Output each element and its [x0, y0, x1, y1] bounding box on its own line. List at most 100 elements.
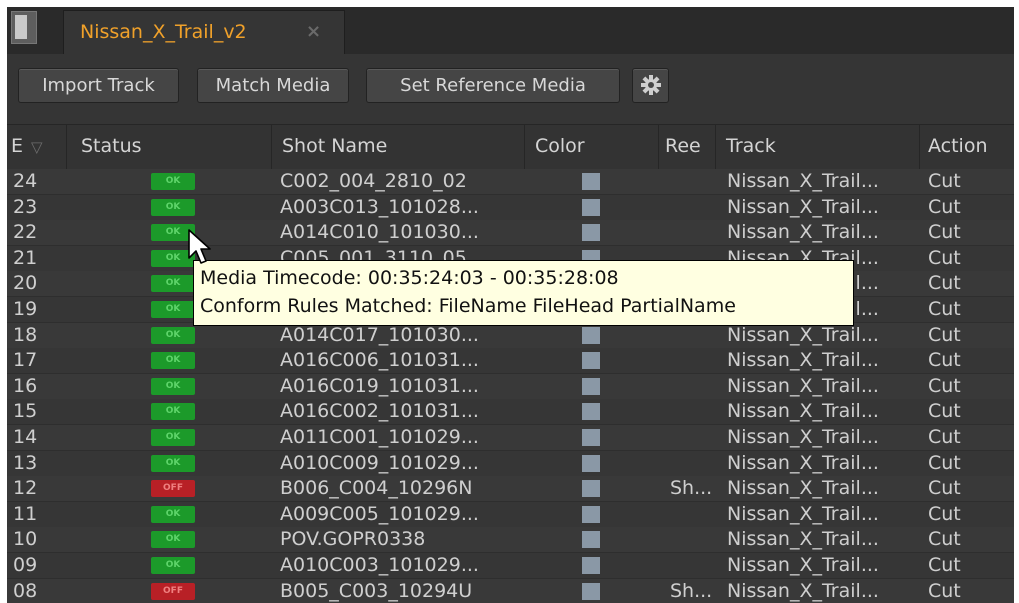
column-header-track[interactable]: Track — [716, 125, 920, 169]
status-badge-label[interactable]: OFF — [151, 480, 195, 498]
gear-icon[interactable] — [632, 68, 669, 103]
table-row[interactable]: 11 OK A009C005_101029... Nissan_X_Trail... C… — [7, 501, 1014, 528]
color-swatch — [582, 195, 600, 220]
tooltip-timecode: Media Timecode: 00:35:24:03 - 00:35:28:0… — [200, 267, 619, 289]
action-value: Cut — [928, 426, 961, 448]
table-row[interactable]: 12 OFF B006_C004_10296N Sh... Nissan_X_Trail… — [7, 476, 1014, 503]
action-value: Cut — [928, 477, 961, 500]
shot-name: A010C009_101029... — [280, 451, 479, 474]
status-badge[interactable]: OK — [151, 348, 195, 373]
status-badge-label[interactable]: OK — [151, 377, 195, 395]
reel-name: Sh... — [670, 579, 713, 602]
column-header-color[interactable]: Color — [525, 125, 659, 169]
status-badge[interactable]: OK — [151, 451, 195, 476]
set-reference-media-button[interactable]: Set Reference Media — [366, 68, 620, 103]
reel-name — [670, 425, 716, 450]
shot-name: A016C019_101031... — [280, 374, 479, 397]
table-row[interactable]: 22 OK A014C010_101030... Nissan_X_Trail... C… — [7, 220, 1014, 247]
tab-bar: Nissan_X_Trail_v2 × — [7, 7, 1014, 54]
status-badge[interactable]: OFF — [151, 476, 195, 501]
table-row[interactable]: 24 OK C002_004_2810_02 Nissan_X_Trail... Cut — [7, 169, 1014, 195]
sort-descending-icon[interactable]: ▽ — [31, 138, 43, 156]
color-swatch — [582, 348, 600, 373]
reel-name — [670, 374, 716, 399]
status-badge-label[interactable]: OK — [151, 352, 195, 370]
status-badge[interactable]: OK — [151, 297, 195, 322]
timeline-panel: Nissan_X_Trail_v2 × Import Track Match M… — [7, 7, 1014, 603]
track-name: Nissan_X_Trail... — [727, 323, 879, 346]
track-name: Nissan_X_Trail... — [727, 477, 879, 500]
status-badge[interactable]: OK — [151, 195, 195, 220]
table-row[interactable]: 15 OK A016C002_101031... Nissan_X_Trail... C… — [7, 399, 1014, 426]
table-row[interactable]: 18 OK A014C017_101030... Nissan_X_Trail... C… — [7, 322, 1014, 349]
column-header-reel[interactable]: Ree — [659, 125, 716, 169]
track-name: Nissan_X_Trail... — [727, 426, 879, 448]
event-number: 17 — [13, 349, 38, 372]
status-badge-label[interactable]: OK — [151, 301, 195, 318]
import-track-button[interactable]: Import Track — [18, 68, 179, 103]
table-header: E ▽ Status Shot Name Color Ree Track Acti… — [7, 124, 1014, 170]
column-header-status[interactable]: Status — [67, 125, 272, 169]
status-badge[interactable]: OK — [151, 553, 195, 578]
match-media-button[interactable]: Match Media — [197, 68, 349, 103]
close-icon[interactable]: × — [306, 21, 321, 42]
color-swatch — [582, 502, 600, 527]
table-row[interactable]: 13 OK A010C009_101029... Nissan_X_Trail... C… — [7, 450, 1014, 477]
tooltip-rules: Conform Rules Matched: FileName FileHead… — [200, 295, 736, 317]
event-number: 11 — [13, 502, 38, 525]
table-row[interactable]: 23 OK A003C013_101028... Nissan_X_Trail... C… — [7, 194, 1014, 221]
action-value: Cut — [928, 528, 961, 551]
table-row[interactable]: 16 OK A016C019_101031... Nissan_X_Trail... C… — [7, 373, 1014, 400]
status-badge[interactable]: OK — [151, 169, 195, 194]
color-swatch — [582, 476, 600, 501]
event-number: 13 — [13, 451, 38, 474]
table-row[interactable]: 17 OK A016C006_101031... Nissan_X_Trail... C… — [7, 348, 1014, 375]
tab-title[interactable]: Nissan_X_Trail_v2 — [80, 21, 247, 43]
table-row[interactable]: 09 OK A010C003_101029... Nissan_X_Trail... C… — [7, 553, 1014, 579]
status-badge-label[interactable]: OK — [151, 454, 195, 472]
status-badge-label[interactable]: OK — [151, 557, 195, 574]
column-header-event[interactable]: E ▽ — [7, 125, 67, 169]
event-number: 10 — [13, 528, 38, 551]
pane-menu-icon[interactable] — [11, 11, 37, 44]
color-swatch — [582, 169, 600, 194]
status-badge[interactable]: OK — [151, 323, 195, 348]
track-name: Nissan_X_Trail... — [727, 349, 879, 372]
column-header-action[interactable]: Action — [920, 125, 1014, 169]
status-badge[interactable]: OK — [151, 374, 195, 399]
event-number: 19 — [13, 298, 38, 320]
status-badge-label[interactable]: OFF — [151, 582, 195, 600]
status-badge[interactable]: OK — [151, 425, 195, 450]
status-badge-label[interactable]: OK — [151, 505, 195, 523]
color-swatch — [582, 220, 600, 245]
status-badge[interactable]: OK — [151, 399, 195, 424]
status-badge-label[interactable]: OK — [151, 198, 195, 216]
table-row[interactable]: 08 OFF B005_C003_10294U Sh... Nissan_X_Trail… — [7, 578, 1014, 603]
action-value: Cut — [928, 195, 961, 218]
column-header-shot-name[interactable]: Shot Name — [272, 125, 525, 169]
status-badge[interactable]: OK — [151, 502, 195, 527]
track-name: Nissan_X_Trail... — [727, 451, 879, 474]
color-swatch — [582, 579, 600, 603]
shot-name: A003C013_101028... — [280, 195, 479, 218]
reel-name — [670, 502, 716, 527]
status-badge-label[interactable]: OK — [151, 275, 195, 293]
reel-name — [670, 553, 716, 578]
status-badge-label[interactable]: OK — [151, 531, 195, 549]
status-badge-label[interactable]: OK — [151, 403, 195, 421]
table-row[interactable]: 10 OK POV.GOPR0338 Nissan_X_Trail... Cut — [7, 527, 1014, 554]
event-number: 23 — [13, 195, 38, 218]
status-badge-label[interactable]: OK — [151, 173, 195, 190]
tab-sequence[interactable]: Nissan_X_Trail_v2 × — [63, 10, 345, 54]
event-number: 16 — [13, 374, 38, 397]
status-badge-label[interactable]: OK — [151, 326, 195, 344]
shot-name: A016C006_101031... — [280, 349, 479, 372]
status-badge[interactable]: OK — [151, 271, 195, 296]
status-badge[interactable]: OFF — [151, 579, 195, 603]
table-row[interactable]: 14 OK A011C001_101029... Nissan_X_Trail... C… — [7, 425, 1014, 451]
status-badge[interactable]: OK — [151, 527, 195, 552]
shot-name: A014C017_101030... — [280, 323, 479, 346]
action-value: Cut — [928, 221, 961, 244]
status-badge-label[interactable]: OK — [151, 429, 195, 446]
track-name: Nissan_X_Trail... — [727, 579, 879, 602]
